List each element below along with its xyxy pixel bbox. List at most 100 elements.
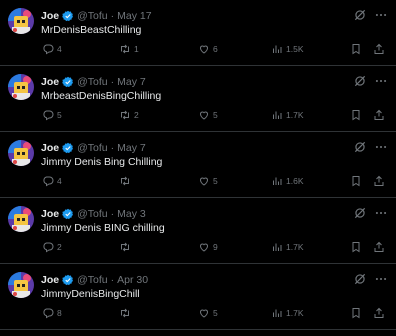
- grok-icon[interactable]: [353, 206, 367, 220]
- retweet-button[interactable]: 2: [119, 108, 139, 122]
- bookmark-icon: [352, 308, 360, 319]
- grok-icon[interactable]: [353, 74, 367, 88]
- tweet-header: Joe @Tofu · May 3: [41, 207, 146, 221]
- reply-button[interactable]: 4: [42, 42, 62, 56]
- avatar[interactable]: [8, 74, 34, 100]
- tweet-actions: 5 2 5 1.7K: [0, 108, 396, 122]
- heart-icon: [199, 45, 209, 54]
- views-count: 1.7K: [286, 242, 304, 252]
- tweet-date[interactable]: May 3: [117, 207, 146, 221]
- tweet-date[interactable]: May 7: [117, 75, 146, 89]
- reply-button[interactable]: 2: [42, 240, 62, 254]
- reply-icon: [43, 176, 54, 187]
- separator-dot: ·: [110, 76, 115, 88]
- tweet[interactable]: Joe @Tofu · Apr 30 JimmyDenisBingChill 8…: [0, 264, 396, 330]
- tweet-header: Joe @Tofu · May 17: [41, 9, 152, 23]
- views-button[interactable]: 1.7K: [271, 108, 304, 122]
- author-name[interactable]: Joe: [41, 141, 59, 155]
- tweet[interactable]: Joe @Tofu · May 7 MrbeastDenisBingChilli…: [0, 66, 396, 132]
- views-icon: [273, 243, 282, 251]
- author-handle[interactable]: @Tofu: [77, 141, 108, 155]
- views-button[interactable]: 1.5K: [271, 42, 304, 56]
- tweet-date[interactable]: May 7: [117, 141, 146, 155]
- heart-icon: [199, 309, 209, 318]
- bookmark-button[interactable]: [350, 42, 362, 56]
- like-button[interactable]: 9: [198, 240, 218, 254]
- bookmark-button[interactable]: [350, 174, 362, 188]
- share-icon: [374, 109, 384, 120]
- author-handle[interactable]: @Tofu: [77, 75, 108, 89]
- share-button[interactable]: [373, 306, 385, 320]
- retweet-button[interactable]: [119, 174, 134, 188]
- like-button[interactable]: 5: [198, 174, 218, 188]
- share-button[interactable]: [373, 42, 385, 56]
- grok-icon[interactable]: [353, 140, 367, 154]
- avatar[interactable]: [8, 140, 34, 166]
- author-name[interactable]: Joe: [41, 75, 59, 89]
- views-icon: [273, 45, 282, 53]
- retweet-button[interactable]: [119, 240, 134, 254]
- reply-count: 4: [57, 176, 62, 186]
- like-button[interactable]: 5: [198, 108, 218, 122]
- separator-dot: ·: [110, 10, 115, 22]
- views-button[interactable]: 1.7K: [271, 306, 304, 320]
- heart-icon: [199, 243, 209, 252]
- tweet-actions: 2 9 1.7K: [0, 240, 396, 254]
- more-icon[interactable]: [374, 140, 388, 154]
- author-handle[interactable]: @Tofu: [77, 273, 108, 287]
- author-name[interactable]: Joe: [41, 207, 59, 221]
- grok-icon[interactable]: [353, 8, 367, 22]
- views-count: 1.7K: [286, 110, 304, 120]
- bookmark-icon: [352, 242, 360, 253]
- more-icon[interactable]: [374, 74, 388, 88]
- views-button[interactable]: 1.7K: [271, 240, 304, 254]
- more-icon[interactable]: [374, 8, 388, 22]
- tweet-text: MrDenisBeastChilling: [41, 24, 142, 36]
- reply-button[interactable]: 5: [42, 108, 62, 122]
- like-button[interactable]: 5: [198, 306, 218, 320]
- bookmark-icon: [352, 176, 360, 187]
- heart-icon: [199, 177, 209, 186]
- separator-dot: ·: [110, 208, 115, 220]
- tweet-date[interactable]: Apr 30: [117, 273, 148, 287]
- more-icon[interactable]: [374, 206, 388, 220]
- tweet-date[interactable]: May 17: [117, 9, 151, 23]
- share-button[interactable]: [373, 174, 385, 188]
- bookmark-button[interactable]: [350, 306, 362, 320]
- bookmark-button[interactable]: [350, 108, 362, 122]
- reply-icon: [43, 110, 54, 121]
- avatar[interactable]: [8, 272, 34, 298]
- tweet-feed: Joe @Tofu · May 17 MrDenisBeastChilling …: [0, 0, 396, 336]
- tweet[interactable]: Joe @Tofu · May 7 Jimmy Denis Bing Chill…: [0, 132, 396, 198]
- share-icon: [374, 175, 384, 186]
- tweet[interactable]: Joe @Tofu · May 17 MrDenisBeastChilling …: [0, 0, 396, 66]
- bookmark-button[interactable]: [350, 240, 362, 254]
- verified-badge-icon: [62, 10, 74, 22]
- views-count: 1.7K: [286, 308, 304, 318]
- tweet[interactable]: Joe @Tofu · May 3 Jimmy Denis BING chill…: [0, 198, 396, 264]
- avatar[interactable]: [8, 8, 34, 34]
- reply-button[interactable]: 4: [42, 174, 62, 188]
- author-name[interactable]: Joe: [41, 273, 59, 287]
- views-count: 1.6K: [286, 176, 304, 186]
- retweet-button[interactable]: [119, 306, 134, 320]
- retweet-button[interactable]: 1: [119, 42, 139, 56]
- author-handle[interactable]: @Tofu: [77, 9, 108, 23]
- author-handle[interactable]: @Tofu: [77, 207, 108, 221]
- retweet-count: 1: [134, 44, 139, 54]
- avatar[interactable]: [8, 206, 34, 232]
- like-button[interactable]: 6: [198, 42, 218, 56]
- tweet-header: Joe @Tofu · May 7: [41, 75, 146, 89]
- share-button[interactable]: [373, 240, 385, 254]
- share-button[interactable]: [373, 108, 385, 122]
- separator-dot: ·: [110, 274, 115, 286]
- author-name[interactable]: Joe: [41, 9, 59, 23]
- more-icon[interactable]: [374, 272, 388, 286]
- like-count: 5: [213, 176, 218, 186]
- grok-icon[interactable]: [353, 272, 367, 286]
- verified-badge-icon: [62, 142, 74, 154]
- reply-button[interactable]: 8: [42, 306, 62, 320]
- views-button[interactable]: 1.6K: [271, 174, 304, 188]
- verified-badge-icon: [62, 274, 74, 286]
- share-icon: [374, 43, 384, 54]
